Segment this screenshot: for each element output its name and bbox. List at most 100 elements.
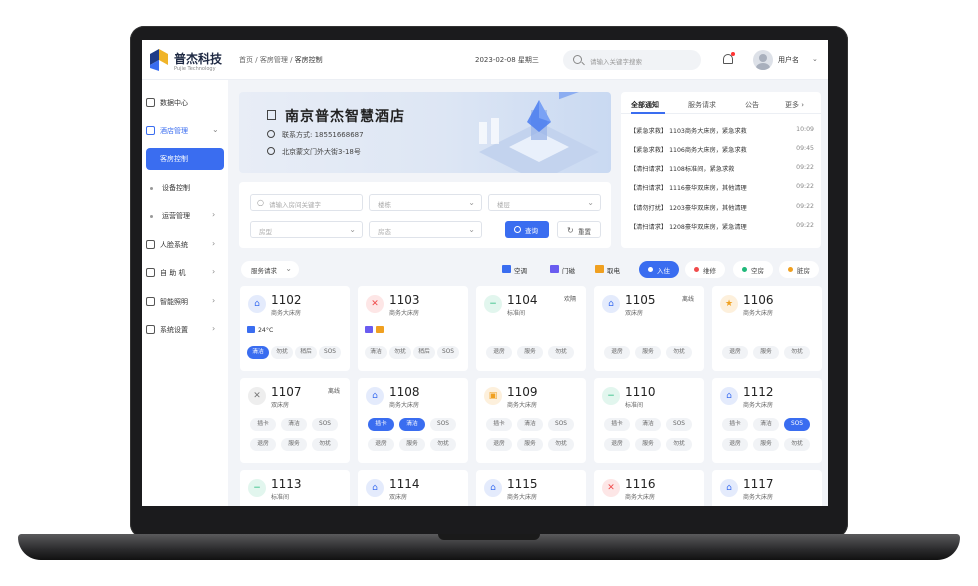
room-action-tag[interactable]: 勿扰 xyxy=(666,438,692,451)
room-action-tag[interactable]: 服务 xyxy=(635,438,661,451)
room-action-tag[interactable]: 服务 xyxy=(517,438,543,451)
room-card[interactable]: −1110 标准间 插卡 清洁 SOS 退房 服务 勿扰 xyxy=(594,378,704,463)
room-action-tag[interactable]: 勿扰 xyxy=(312,438,338,451)
service-request-select[interactable]: 服务请求 ⌄ xyxy=(241,261,299,278)
tab-more[interactable]: 更多 › xyxy=(785,100,804,110)
room-card[interactable]: ✕ 1116 商务大床房 xyxy=(594,470,704,506)
room-action-tag[interactable]: 稍后 xyxy=(413,346,435,359)
room-action-tag[interactable]: 插卡 xyxy=(722,418,748,431)
room-action-tag[interactable]: SOS xyxy=(666,418,692,431)
room-action-tag[interactable]: 服务 xyxy=(753,438,779,451)
room-action-tag[interactable]: SOS xyxy=(784,418,810,431)
room-action-tag[interactable]: 插卡 xyxy=(486,418,512,431)
sidebar-item-settings[interactable]: 系统设置 › xyxy=(146,319,224,341)
room-type-select[interactable]: 房型 ⌄ xyxy=(250,221,363,238)
room-action-tag[interactable]: 退房 xyxy=(722,346,748,359)
room-keyword-input[interactable]: 请输入房间关键字 ○ xyxy=(250,194,363,211)
room-action-tag[interactable]: SOS xyxy=(319,346,341,359)
building-select[interactable]: 楼栋 ⌄ xyxy=(369,194,482,211)
list-item[interactable]: 【紧急求救】 1103商务大床房，紧急求救 10:09 xyxy=(630,126,814,138)
breadcrumb-room-mgmt[interactable]: 客房管理 xyxy=(260,56,288,64)
room-card[interactable]: ▣ 1109 商务大床房 插卡 清洁 SOS 退房 服务 勿扰 xyxy=(476,378,586,463)
sidebar-item-room-control[interactable]: 客房控制 xyxy=(146,148,224,170)
status-filter-occupied[interactable]: 入住 xyxy=(639,261,679,278)
room-action-tag[interactable]: 退房 xyxy=(250,438,276,451)
room-action-tag[interactable]: 勿扰 xyxy=(666,346,692,359)
room-action-tag[interactable]: 清洁 xyxy=(281,418,307,431)
sidebar-item-face-system[interactable]: 人脸系统 › xyxy=(146,234,224,256)
room-action-tag[interactable]: SOS xyxy=(430,418,456,431)
sidebar-item-data-center[interactable]: 数据中心 xyxy=(146,92,224,114)
room-action-tag[interactable]: 服务 xyxy=(753,346,779,359)
room-status-select[interactable]: 房态 ⌄ xyxy=(369,221,482,238)
room-action-tag[interactable]: 插卡 xyxy=(604,418,630,431)
room-action-tag[interactable]: SOS xyxy=(548,418,574,431)
room-card[interactable]: ✕ 1107 双床房 离线 插卡 清洁 SOS 退房 服务 勿扰 xyxy=(240,378,350,463)
room-action-tag[interactable]: 勿扰 xyxy=(271,346,293,359)
room-action-tag[interactable]: 清洁 xyxy=(247,346,269,359)
sidebar-item-device-control[interactable]: 设备控制 xyxy=(146,177,224,199)
room-action-tag[interactable]: 勿扰 xyxy=(548,438,574,451)
query-button[interactable]: 查询 xyxy=(505,221,549,238)
list-item[interactable]: 【清扫请求】 1208豪华双床房，紧急清理 09:22 xyxy=(630,222,814,234)
room-action-tag[interactable]: 退房 xyxy=(604,438,630,451)
breadcrumb-home[interactable]: 首页 xyxy=(239,56,253,64)
room-action-tag[interactable]: 插卡 xyxy=(368,418,394,431)
room-action-tag[interactable]: 清洁 xyxy=(753,418,779,431)
room-action-tag[interactable]: 勿扰 xyxy=(784,346,810,359)
room-action-tag[interactable]: 清洁 xyxy=(635,418,661,431)
room-card[interactable]: ✕ 1103 商务大床房 清洁 勿扰 稍后 SOS xyxy=(358,286,468,371)
room-card[interactable]: ⌂ 1115 商务大床房 xyxy=(476,470,586,506)
room-action-tag[interactable]: 清洁 xyxy=(517,418,543,431)
room-card[interactable]: −1113 标准间 xyxy=(240,470,350,506)
room-action-tag[interactable]: 服务 xyxy=(517,346,543,359)
list-item[interactable]: 【清扫请求】 1108标准间，紧急求救 09:22 xyxy=(630,164,814,176)
room-card[interactable]: ⌂ 1108 商务大床房 插卡 清洁 SOS 退房 服务 勿扰 xyxy=(358,378,468,463)
tab-announcements[interactable]: 公告 xyxy=(745,100,759,110)
sidebar-item-hotel-mgmt[interactable]: 酒店管理 ⌄ xyxy=(146,120,224,142)
room-card[interactable]: ★ 1106 商务大床房 退房 服务 勿扰 xyxy=(712,286,822,371)
room-card[interactable]: ⌂ 1105 双床房 离线 退房 服务 勿扰 xyxy=(594,286,704,371)
chevron-down-icon[interactable]: ⌄ xyxy=(812,55,818,63)
sidebar-item-lighting[interactable]: 智能照明 › xyxy=(146,291,224,313)
room-card[interactable]: ⌂ 1102 商务大床房 24°C 清洁 勿扰 稍后 SOS xyxy=(240,286,350,371)
list-item[interactable]: 【请勿打扰】 1203豪华双床房，其他清理 09:22 xyxy=(630,203,814,215)
list-item[interactable]: 【清扫请求】 1116豪华双床房，其他清理 09:22 xyxy=(630,183,814,195)
global-search[interactable]: 请输入关键字搜索 xyxy=(563,50,701,70)
room-action-tag[interactable]: 勿扰 xyxy=(548,346,574,359)
room-action-tag[interactable]: 退房 xyxy=(486,438,512,451)
room-action-tag[interactable]: 勿扰 xyxy=(389,346,411,359)
status-filter-repair[interactable]: 维修 xyxy=(685,261,725,278)
room-action-tag[interactable]: 服务 xyxy=(399,438,425,451)
status-filter-vacant[interactable]: 空房 xyxy=(733,261,773,278)
tab-service-requests[interactable]: 服务请求 xyxy=(688,100,716,110)
room-action-tag[interactable]: 退房 xyxy=(486,346,512,359)
room-card[interactable]: −1104 标准间 欢隔 退房 服务 勿扰 xyxy=(476,286,586,371)
status-filter-dirty[interactable]: 脏房 xyxy=(779,261,819,278)
sidebar-item-operations[interactable]: 运营管理 › xyxy=(146,205,224,227)
room-card[interactable]: ⌂ 1114 双床房 xyxy=(358,470,468,506)
room-action-tag[interactable]: 插卡 xyxy=(250,418,276,431)
room-action-tag[interactable]: 勿扰 xyxy=(784,438,810,451)
room-action-tag[interactable]: SOS xyxy=(312,418,338,431)
reset-button[interactable]: ↻ 重置 xyxy=(557,221,601,238)
room-action-tag[interactable]: 服务 xyxy=(635,346,661,359)
tab-all-notices[interactable]: 全部通知 xyxy=(631,100,659,110)
room-card[interactable]: ⌂ 1117 商务大床房 xyxy=(712,470,822,506)
room-action-tag[interactable]: SOS xyxy=(437,346,459,359)
avatar[interactable] xyxy=(753,50,773,70)
room-action-tag[interactable]: 退房 xyxy=(368,438,394,451)
room-card[interactable]: ⌂ 1112 商务大床房 插卡 清洁 SOS 退房 服务 勿扰 xyxy=(712,378,822,463)
user-name[interactable]: 用户名 xyxy=(778,55,799,65)
room-action-tag[interactable]: 清洁 xyxy=(365,346,387,359)
room-action-tag[interactable]: 退房 xyxy=(722,438,748,451)
list-item[interactable]: 【紧急求救】 1106商务大床房，紧急求救 09:45 xyxy=(630,145,814,157)
sidebar-item-kiosk[interactable]: 自 助 机 › xyxy=(146,262,224,284)
room-action-tag[interactable]: 勿扰 xyxy=(430,438,456,451)
room-action-tag[interactable]: 服务 xyxy=(281,438,307,451)
floor-select[interactable]: 楼层 ⌄ xyxy=(488,194,601,211)
room-action-tag[interactable]: 退房 xyxy=(604,346,630,359)
room-action-tag[interactable]: 稍后 xyxy=(295,346,317,359)
bell-icon[interactable] xyxy=(722,52,735,66)
room-action-tag[interactable]: 清洁 xyxy=(399,418,425,431)
